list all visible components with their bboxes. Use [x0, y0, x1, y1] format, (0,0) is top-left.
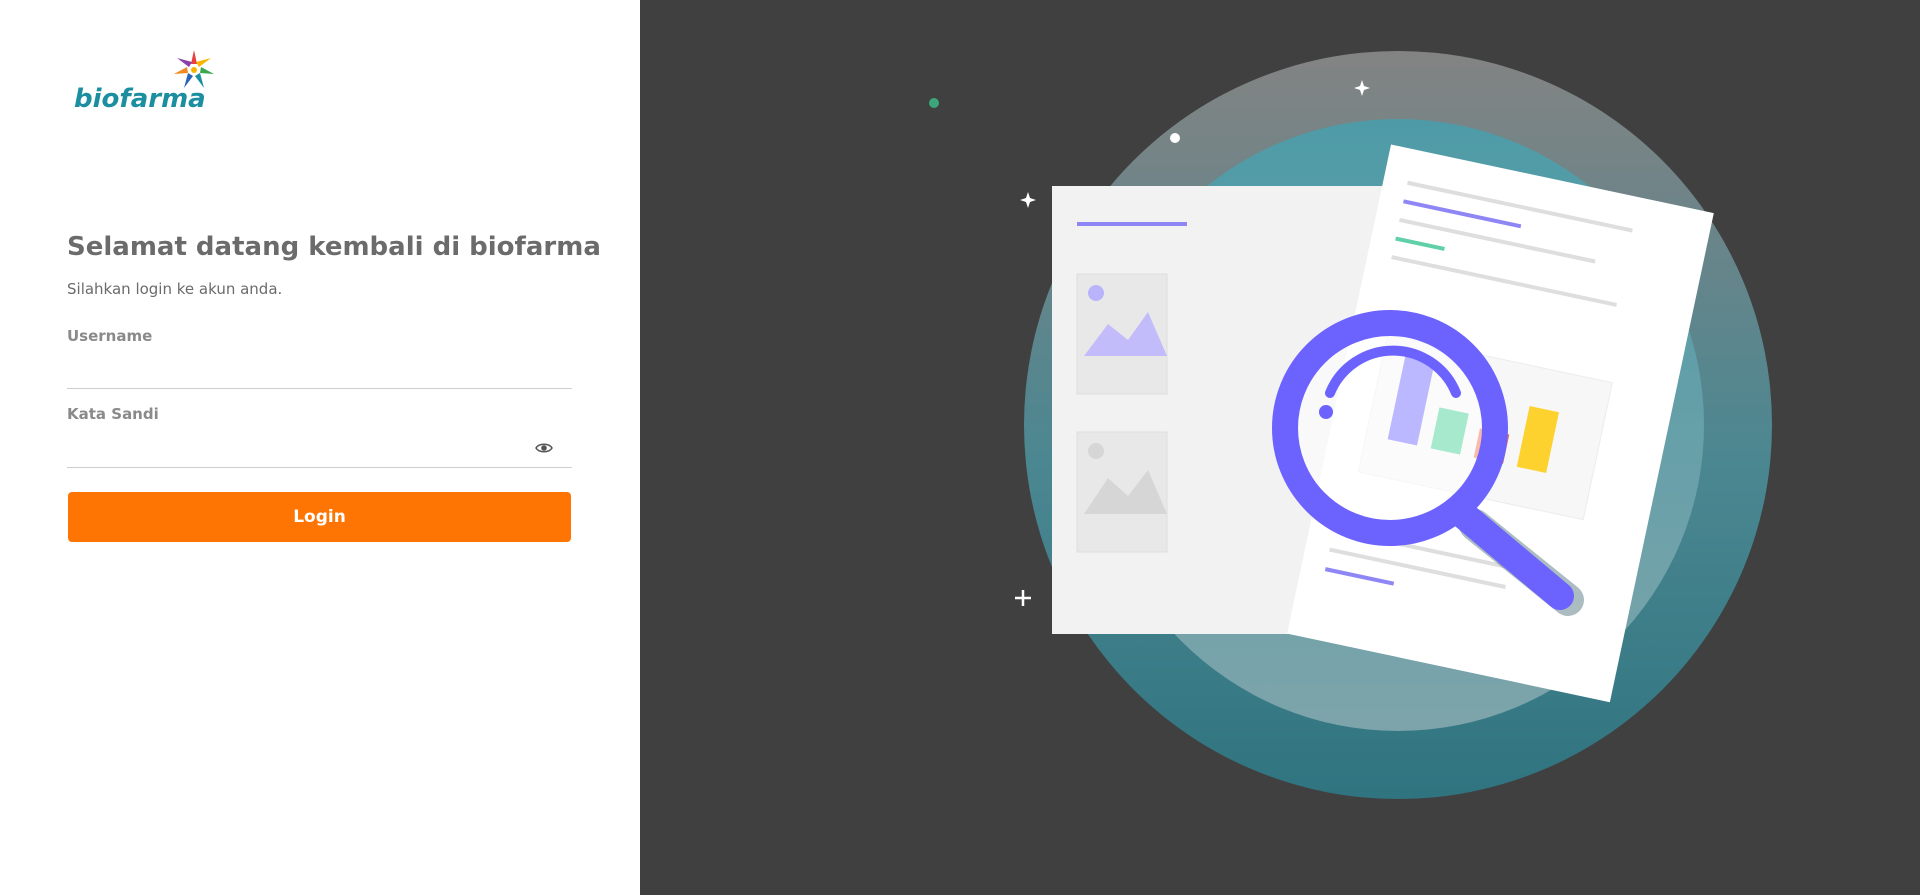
password-field[interactable] — [67, 437, 572, 468]
document-analysis-icon — [929, 51, 1772, 799]
username-label: Username — [67, 327, 153, 345]
illustration-panel — [640, 0, 1920, 895]
login-panel: biofarma Selamat datang kembali di biofa… — [0, 0, 640, 895]
eye-icon[interactable] — [534, 438, 554, 458]
login-button[interactable]: Login — [68, 492, 571, 542]
username-field[interactable] — [67, 358, 572, 389]
page-title: Selamat datang kembali di biofarma — [67, 232, 601, 262]
page-subtitle: Silahkan login ke akun anda. — [67, 280, 283, 298]
green-dot — [929, 98, 939, 108]
login-page: biofarma Selamat datang kembali di biofa… — [0, 0, 1920, 895]
sparkle-icon — [1020, 192, 1036, 208]
logo-wordmark: biofarma — [74, 84, 206, 114]
password-label: Kata Sandi — [67, 405, 159, 423]
biofarma-logo: biofarma — [72, 48, 232, 124]
white-dot — [1170, 133, 1180, 143]
plus-icon — [1015, 590, 1031, 606]
